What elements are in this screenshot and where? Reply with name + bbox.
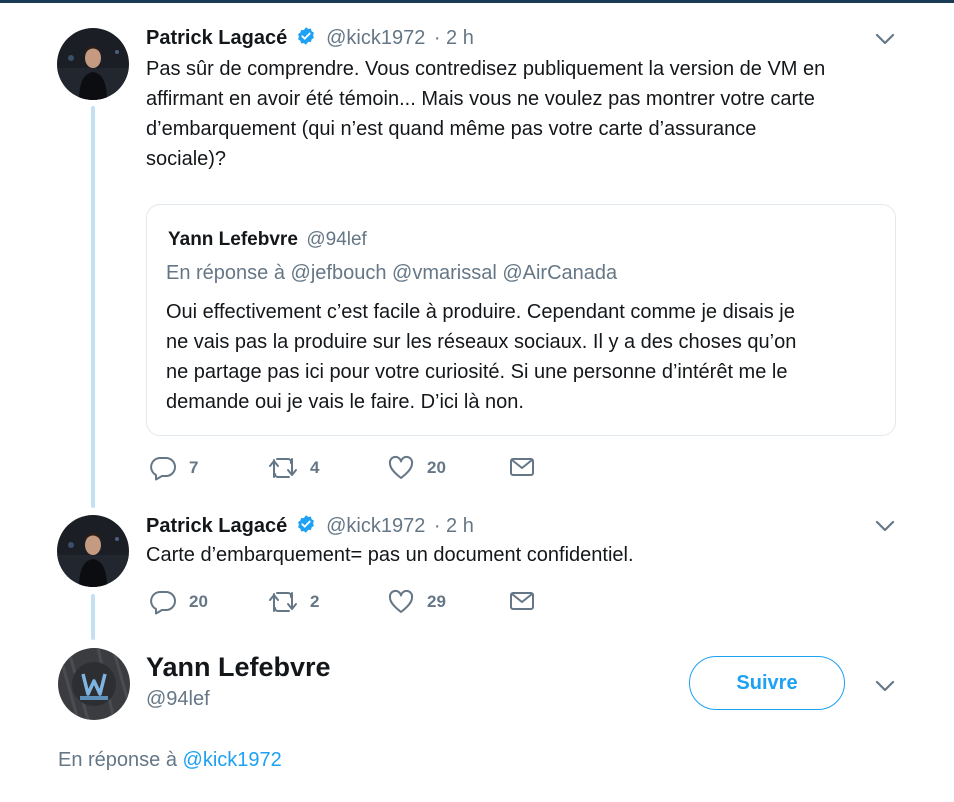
retweet-button[interactable]: 2	[268, 589, 319, 615]
message-icon	[509, 455, 535, 479]
reply-context: En réponse à @kick1972	[58, 749, 282, 772]
message-button[interactable]	[509, 455, 535, 479]
quote-author-name: Yann Lefebvre	[168, 229, 298, 250]
quote-text-line: ne vais pas la produire sur les réseaux …	[166, 331, 797, 353]
chevron-down-icon[interactable]	[874, 32, 896, 46]
reply-prefix: En réponse à	[58, 749, 177, 771]
quoted-tweet[interactable]: Yann Lefebvre @94lef En réponse à @jefbo…	[146, 204, 896, 436]
tweet-timestamp[interactable]: · 2 h	[434, 515, 474, 537]
chevron-down-icon[interactable]	[874, 519, 896, 533]
like-button[interactable]: 29	[387, 589, 446, 615]
tweet-text: Pas sûr de comprendre. Vous contredisez …	[146, 54, 825, 174]
quote-text-line: Oui effectivement c’est facile à produir…	[166, 301, 795, 323]
chevron-down-icon[interactable]	[874, 679, 896, 693]
reply-count: 7	[189, 458, 199, 477]
reply-button[interactable]: 20	[149, 589, 208, 615]
reply-icon	[149, 589, 177, 615]
avatar[interactable]	[57, 28, 129, 100]
message-icon	[509, 589, 535, 613]
quote-text: Oui effectivement c’est facile à produir…	[166, 297, 796, 417]
author-handle[interactable]: @kick1972	[326, 515, 425, 537]
main-author-handle[interactable]: @94lef	[146, 688, 210, 711]
quote-reply-context: En réponse à @jefbouch @vmarissal @AirCa…	[166, 262, 617, 285]
retweet-count: 2	[310, 592, 320, 611]
avatar[interactable]	[57, 515, 129, 587]
author-handle[interactable]: @kick1972	[326, 27, 425, 49]
tweet-text: Carte d’embarquement= pas un document co…	[146, 540, 634, 570]
retweet-icon	[268, 455, 298, 481]
reply-icon	[149, 455, 177, 481]
avatar[interactable]	[58, 648, 130, 720]
tweet-text-line: sociale)?	[146, 148, 227, 170]
quote-author-handle: @94lef	[306, 229, 367, 250]
window-top-edge	[0, 0, 954, 3]
tweet-text-line: Pas sûr de comprendre. Vous contredisez …	[146, 58, 826, 80]
tweet-text-line: affirmant en avoir été témoin... Mais vo…	[146, 88, 815, 110]
like-button[interactable]: 20	[387, 455, 446, 481]
tweet-header: Patrick Lagacé @kick1972 · 2 h	[146, 514, 474, 539]
verified-badge-icon	[296, 26, 316, 51]
quote-reply-prefix: En réponse à	[166, 262, 285, 284]
quote-reply-handles: @jefbouch @vmarissal @AirCanada	[290, 262, 618, 284]
tweet-text-line: Carte d’embarquement= pas un document co…	[146, 544, 634, 566]
verified-badge-icon	[296, 514, 316, 539]
tweet-text-line: d’embarquement (qui n’est quand même pas…	[146, 118, 757, 140]
author-name[interactable]: Patrick Lagacé	[146, 515, 287, 537]
like-icon	[387, 455, 415, 481]
reply-handle-link[interactable]: @kick1972	[183, 749, 282, 771]
main-author-name[interactable]: Yann Lefebvre	[146, 652, 331, 683]
thread-line	[91, 106, 95, 508]
like-icon	[387, 589, 415, 615]
thread-line	[91, 594, 95, 640]
retweet-count: 4	[310, 458, 320, 477]
tweet-header: Patrick Lagacé @kick1972 · 2 h	[146, 26, 474, 51]
quote-text-line: ne partage pas ici pour votre curiosité.…	[166, 361, 788, 383]
like-count: 20	[427, 458, 446, 477]
quote-header: Yann Lefebvre @94lef	[168, 229, 367, 251]
reply-count: 20	[189, 592, 208, 611]
quote-text-line: demande oui je vais le faire. D’ici là n…	[166, 391, 524, 413]
retweet-icon	[268, 589, 298, 615]
message-button[interactable]	[509, 589, 535, 613]
tweet-timestamp[interactable]: · 2 h	[434, 27, 474, 49]
like-count: 29	[427, 592, 446, 611]
follow-button[interactable]: Suivre	[689, 656, 845, 710]
reply-button[interactable]: 7	[149, 455, 198, 481]
author-name[interactable]: Patrick Lagacé	[146, 27, 287, 49]
retweet-button[interactable]: 4	[268, 455, 319, 481]
